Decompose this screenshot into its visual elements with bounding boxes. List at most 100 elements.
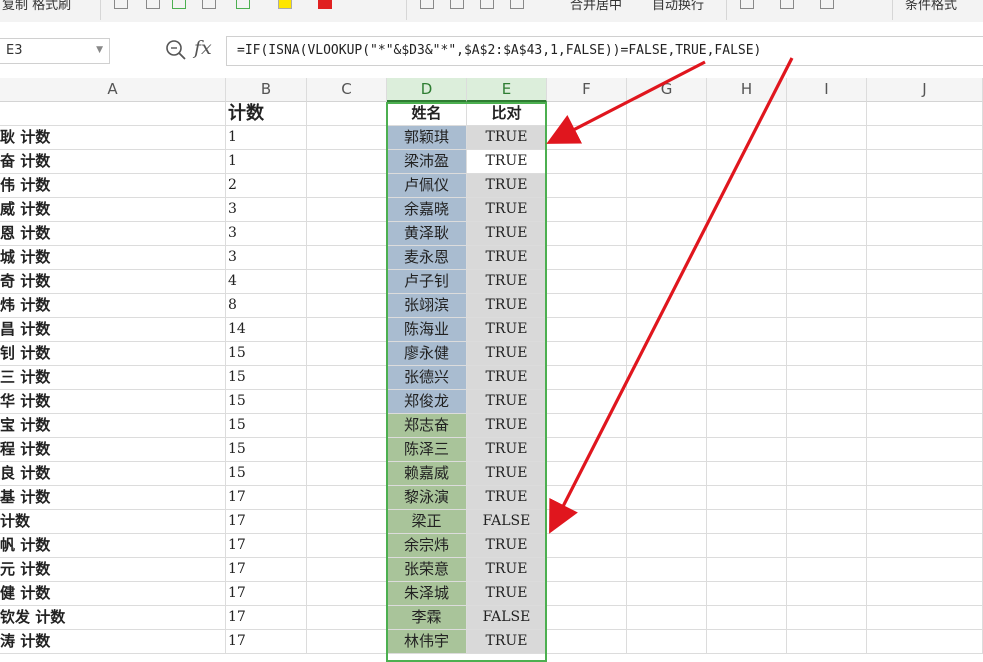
cell-empty[interactable] — [787, 486, 867, 510]
cell-empty[interactable] — [787, 390, 867, 414]
cell-a[interactable]: 伟 计数 — [0, 174, 226, 198]
cell-empty[interactable] — [867, 366, 983, 390]
cell-empty[interactable] — [867, 558, 983, 582]
fill-color-icon[interactable] — [278, 0, 292, 9]
cell-c1[interactable] — [307, 102, 387, 126]
cell-e-result[interactable]: TRUE — [467, 438, 547, 462]
cell-e-result[interactable]: TRUE — [467, 222, 547, 246]
cell-c[interactable] — [307, 462, 387, 486]
cell-b[interactable]: 4 — [226, 270, 307, 294]
cell-d-name[interactable]: 黄泽耿 — [387, 222, 467, 246]
cell-empty[interactable] — [547, 126, 627, 150]
cell-e-result[interactable]: FALSE — [467, 606, 547, 630]
cell-a[interactable]: 耿 计数 — [0, 126, 226, 150]
cell-c[interactable] — [307, 198, 387, 222]
cell-empty[interactable] — [787, 534, 867, 558]
cell-empty[interactable] — [867, 222, 983, 246]
cell-empty[interactable] — [547, 366, 627, 390]
cell-e-result[interactable]: TRUE — [467, 486, 547, 510]
cell-empty[interactable] — [867, 150, 983, 174]
cell-empty[interactable] — [547, 318, 627, 342]
cell-empty[interactable] — [547, 198, 627, 222]
cell-c[interactable] — [307, 558, 387, 582]
column-header-b[interactable]: B — [226, 78, 307, 102]
cell-empty[interactable] — [787, 630, 867, 654]
cell-b[interactable]: 1 — [226, 150, 307, 174]
merge-center-button[interactable]: 合并居中 — [570, 0, 622, 13]
cell-a[interactable]: 计数 — [0, 510, 226, 534]
cell-e-result[interactable]: TRUE — [467, 462, 547, 486]
cell-b[interactable]: 15 — [226, 342, 307, 366]
cell-empty[interactable] — [787, 414, 867, 438]
cell-b[interactable]: 17 — [226, 630, 307, 654]
cell-empty[interactable] — [787, 510, 867, 534]
cell-empty[interactable] — [627, 414, 707, 438]
cell-c[interactable] — [307, 438, 387, 462]
cell-e-result[interactable]: TRUE — [467, 582, 547, 606]
cell-e-result[interactable]: FALSE — [467, 510, 547, 534]
cell-c[interactable] — [307, 174, 387, 198]
cell-empty[interactable] — [547, 462, 627, 486]
cell-a[interactable]: 昌 计数 — [0, 318, 226, 342]
cell-empty[interactable] — [707, 318, 787, 342]
cell-empty[interactable] — [547, 438, 627, 462]
column-header-c[interactable]: C — [307, 78, 387, 102]
cell-empty[interactable] — [867, 438, 983, 462]
cell-d-name[interactable]: 李霖 — [387, 606, 467, 630]
cell-empty[interactable] — [627, 558, 707, 582]
cell-e-result[interactable]: TRUE — [467, 150, 547, 174]
cell-empty[interactable] — [627, 222, 707, 246]
cell-a[interactable]: 华 计数 — [0, 390, 226, 414]
cell-e-result[interactable]: TRUE — [467, 558, 547, 582]
cell-empty[interactable] — [547, 102, 627, 126]
cell-d-name[interactable]: 梁正 — [387, 510, 467, 534]
cell-empty[interactable] — [707, 126, 787, 150]
cell-empty[interactable] — [627, 174, 707, 198]
cell-b1[interactable]: 计数 — [226, 102, 307, 126]
cell-empty[interactable] — [867, 510, 983, 534]
cell-empty[interactable] — [867, 342, 983, 366]
cell-d-name[interactable]: 赖嘉威 — [387, 462, 467, 486]
cell-c[interactable] — [307, 582, 387, 606]
cell-empty[interactable] — [547, 390, 627, 414]
cell-e-result[interactable]: TRUE — [467, 294, 547, 318]
cell-b[interactable]: 15 — [226, 462, 307, 486]
cell-d-name[interactable]: 余宗炜 — [387, 534, 467, 558]
cell-empty[interactable] — [787, 246, 867, 270]
cell-empty[interactable] — [547, 486, 627, 510]
cell-empty[interactable] — [707, 486, 787, 510]
cell-empty[interactable] — [787, 438, 867, 462]
cell-b[interactable]: 15 — [226, 438, 307, 462]
cell-a1[interactable] — [0, 102, 226, 126]
align-right-icon[interactable] — [480, 0, 494, 9]
cell-empty[interactable] — [787, 462, 867, 486]
cell-empty[interactable] — [787, 150, 867, 174]
cell-empty[interactable] — [867, 198, 983, 222]
cell-e-result[interactable]: TRUE — [467, 318, 547, 342]
cell-empty[interactable] — [867, 606, 983, 630]
cell-e-result[interactable]: TRUE — [467, 366, 547, 390]
cell-b[interactable]: 1 — [226, 126, 307, 150]
cell-empty[interactable] — [787, 102, 867, 126]
cell-empty[interactable] — [867, 318, 983, 342]
cell-e-result[interactable]: TRUE — [467, 270, 547, 294]
cell-empty[interactable] — [627, 510, 707, 534]
cell-empty[interactable] — [867, 174, 983, 198]
cell-d-name[interactable]: 朱泽城 — [387, 582, 467, 606]
cell-empty[interactable] — [627, 342, 707, 366]
cell-c[interactable] — [307, 486, 387, 510]
cell-empty[interactable] — [707, 222, 787, 246]
cell-c[interactable] — [307, 630, 387, 654]
cell-empty[interactable] — [627, 102, 707, 126]
cell-b[interactable]: 14 — [226, 318, 307, 342]
cell-empty[interactable] — [787, 558, 867, 582]
cell-c[interactable] — [307, 510, 387, 534]
copy-format-painter-button[interactable]: 复制 格式刷 — [2, 0, 71, 13]
column-header-h[interactable]: H — [707, 78, 787, 102]
number-format-icon[interactable] — [740, 0, 754, 9]
cell-empty[interactable] — [707, 198, 787, 222]
cell-empty[interactable] — [547, 510, 627, 534]
chevron-down-icon[interactable]: ▼ — [96, 45, 103, 55]
cell-a[interactable]: 威 计数 — [0, 198, 226, 222]
cell-b[interactable]: 3 — [226, 246, 307, 270]
